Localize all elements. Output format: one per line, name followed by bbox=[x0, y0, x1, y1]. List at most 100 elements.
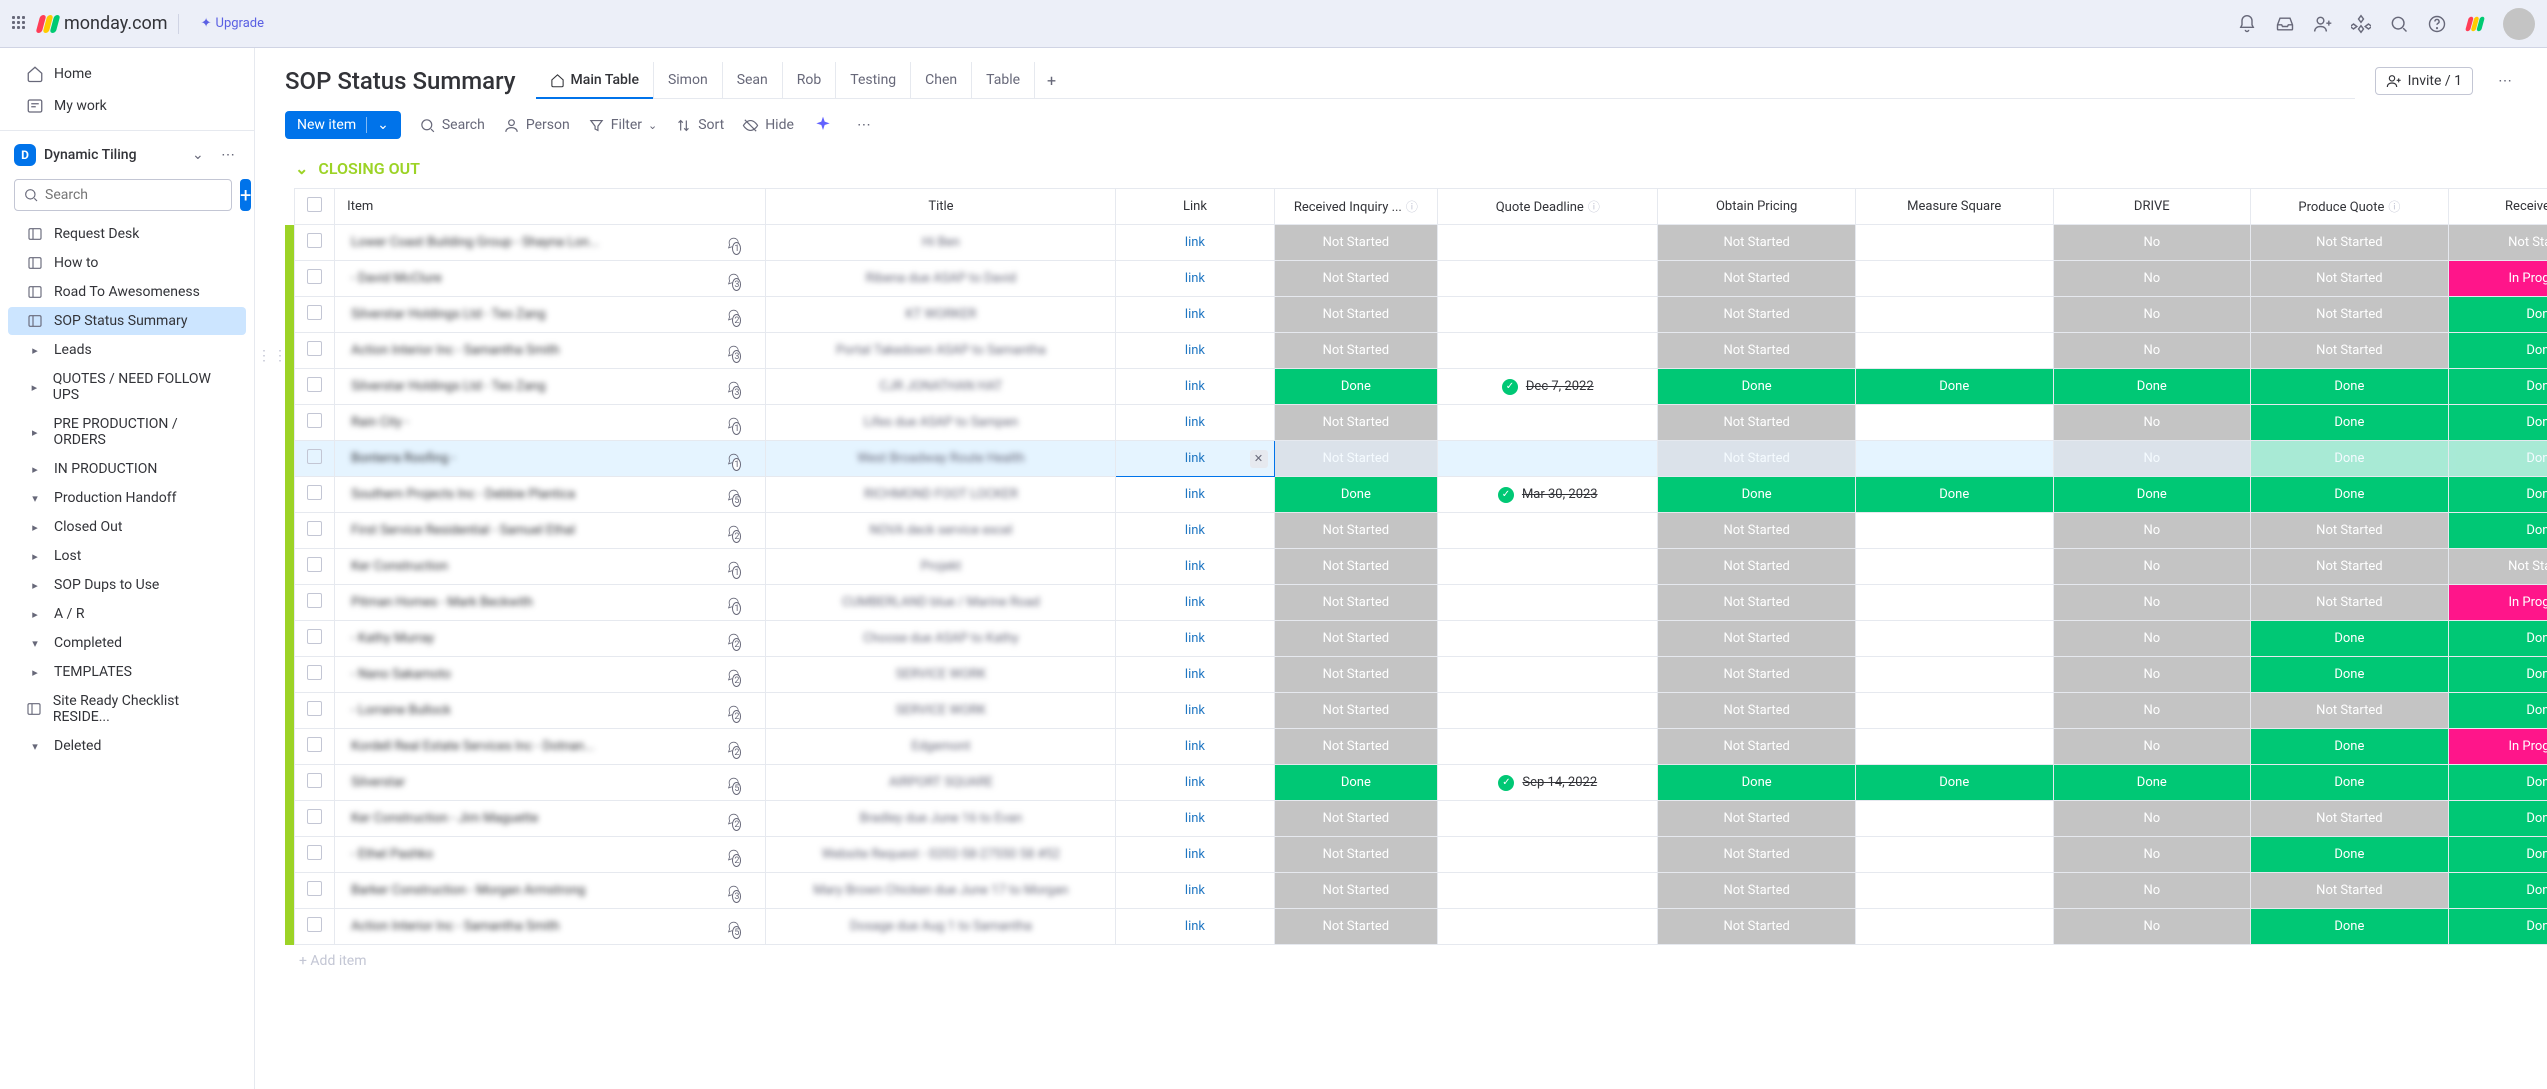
bell-icon[interactable] bbox=[2237, 14, 2257, 34]
conversation-icon[interactable]: 1 bbox=[727, 232, 749, 254]
produce-quote-cell[interactable]: Done bbox=[2251, 765, 2449, 801]
title-cell[interactable]: Lifes due ASAP to Sampen bbox=[766, 405, 1116, 441]
column-header[interactable]: Received PO bbox=[2448, 189, 2547, 225]
received-inquiry-cell[interactable]: Not Started bbox=[1274, 873, 1438, 909]
brand-logo[interactable]: monday.com bbox=[38, 13, 168, 34]
status-pill[interactable]: Not Started bbox=[1275, 621, 1438, 656]
title-cell[interactable]: Hi Ben bbox=[766, 225, 1116, 261]
received-inquiry-cell[interactable]: Not Started bbox=[1274, 837, 1438, 873]
received-inquiry-cell[interactable]: Not Started bbox=[1274, 801, 1438, 837]
drive-cell[interactable]: Done bbox=[2053, 369, 2251, 405]
conversation-icon[interactable]: 5 bbox=[727, 916, 749, 938]
produce-quote-cell[interactable]: Done bbox=[2251, 837, 2449, 873]
status-pill[interactable]: Not Started bbox=[1658, 405, 1855, 440]
status-pill[interactable]: Not Started bbox=[1658, 297, 1855, 332]
link-text[interactable]: link bbox=[1185, 559, 1205, 574]
status-pill[interactable]: Done bbox=[1275, 369, 1438, 404]
new-item-button[interactable]: New item ⌄ bbox=[285, 111, 401, 139]
title-cell[interactable]: Website Request - 0202-58-27550 58 #52 bbox=[766, 837, 1116, 873]
title-cell[interactable]: CUMBERLAND blue / Marine Road bbox=[766, 585, 1116, 621]
item-name-cell[interactable]: Pitman Homes - Mark Beckwith1 bbox=[335, 585, 766, 621]
status-pill[interactable]: Not Started bbox=[1275, 873, 1438, 908]
conversation-icon[interactable]: 2 bbox=[727, 808, 749, 830]
toolbar-more-icon[interactable]: ⋯ bbox=[852, 113, 876, 137]
measure-square-cell[interactable]: Done bbox=[1855, 765, 2053, 801]
status-pill[interactable]: In Progress bbox=[2449, 729, 2547, 764]
received-po-cell[interactable]: Done bbox=[2448, 405, 2547, 441]
conversation-icon[interactable]: 3 bbox=[727, 880, 749, 902]
conversation-icon[interactable]: 2 bbox=[727, 520, 749, 542]
conversation-icon[interactable]: 2 bbox=[727, 700, 749, 722]
conversation-icon[interactable]: 1 bbox=[727, 412, 749, 434]
status-pill[interactable]: No bbox=[2054, 333, 2251, 368]
status-pill[interactable]: Done bbox=[2251, 765, 2448, 800]
status-pill[interactable]: No bbox=[2054, 261, 2251, 296]
row-checkbox[interactable] bbox=[294, 297, 335, 333]
link-cell[interactable]: link bbox=[1116, 261, 1274, 297]
drive-cell[interactable]: No bbox=[2053, 261, 2251, 297]
row-checkbox[interactable] bbox=[294, 729, 335, 765]
column-header[interactable]: Obtain Pricing bbox=[1658, 189, 1856, 225]
status-pill[interactable]: Done bbox=[2251, 477, 2448, 512]
received-inquiry-cell[interactable]: Not Started bbox=[1274, 261, 1438, 297]
status-pill[interactable]: Not Started bbox=[1275, 225, 1438, 260]
received-po-cell[interactable]: Done bbox=[2448, 513, 2547, 549]
status-pill[interactable]: Not Started bbox=[1658, 729, 1855, 764]
produce-quote-cell[interactable]: Not Started bbox=[2251, 873, 2449, 909]
item-name-cell[interactable]: Bonterra Roofing -1 bbox=[335, 441, 766, 477]
nav-home[interactable]: Home bbox=[8, 59, 246, 89]
drive-cell[interactable]: No bbox=[2053, 801, 2251, 837]
status-pill[interactable]: Not Started bbox=[1658, 693, 1855, 728]
obtain-pricing-cell[interactable]: Done bbox=[1658, 369, 1856, 405]
status-pill[interactable]: Done bbox=[2449, 657, 2547, 692]
toolbar-filter[interactable]: Filter⌄ bbox=[588, 117, 658, 134]
link-cell[interactable]: link bbox=[1116, 405, 1274, 441]
sidebar-item[interactable]: Request Desk bbox=[8, 220, 246, 248]
title-cell[interactable]: AIRPORT SQUARE bbox=[766, 765, 1116, 801]
status-pill[interactable]: Not Started bbox=[2449, 225, 2547, 260]
table-row[interactable]: Silverstar Holdings Ltd - Teo Zang2KT WO… bbox=[285, 297, 2547, 333]
item-name-cell[interactable]: Lower Coast Building Group - Shayna Lon.… bbox=[335, 225, 766, 261]
received-po-cell[interactable]: Done bbox=[2448, 333, 2547, 369]
status-pill[interactable]: Not Started bbox=[1658, 225, 1855, 260]
measure-square-cell[interactable] bbox=[1855, 225, 2053, 261]
quote-deadline-cell[interactable] bbox=[1438, 225, 1658, 261]
board-title[interactable]: SOP Status Summary bbox=[285, 67, 516, 95]
status-pill[interactable]: Not Started bbox=[1658, 801, 1855, 836]
status-pill[interactable]: Done bbox=[1658, 369, 1855, 404]
received-po-cell[interactable]: Done bbox=[2448, 477, 2547, 513]
quote-deadline-cell[interactable] bbox=[1438, 873, 1658, 909]
title-cell[interactable]: Ribena due ASAP to David bbox=[766, 261, 1116, 297]
sidebar-item[interactable]: ▸Leads bbox=[8, 336, 246, 364]
status-pill[interactable]: Not Started bbox=[1658, 333, 1855, 368]
status-pill[interactable]: Done bbox=[1856, 369, 2053, 404]
conversation-icon[interactable]: 2 bbox=[727, 304, 749, 326]
drive-cell[interactable]: No bbox=[2053, 693, 2251, 729]
title-cell[interactable]: Dosage due Aug 1 to Samantha bbox=[766, 909, 1116, 945]
link-cell[interactable]: link bbox=[1116, 693, 1274, 729]
status-pill[interactable]: No bbox=[2054, 225, 2251, 260]
nav-mywork[interactable]: My work bbox=[8, 91, 246, 121]
status-pill[interactable]: Not Started bbox=[1658, 513, 1855, 548]
row-checkbox[interactable] bbox=[294, 909, 335, 945]
column-header[interactable]: Link bbox=[1116, 189, 1274, 225]
link-text[interactable]: link bbox=[1185, 379, 1205, 394]
workspace-selector[interactable]: D Dynamic Tiling ⌄ ⋯ bbox=[0, 139, 254, 171]
measure-square-cell[interactable] bbox=[1855, 909, 2053, 945]
item-name-cell[interactable]: Ker Construction1 bbox=[335, 549, 766, 585]
link-text[interactable]: link bbox=[1185, 307, 1205, 322]
sidebar-item[interactable]: ▸A / R bbox=[8, 600, 246, 628]
link-text[interactable]: link bbox=[1185, 703, 1205, 718]
table-row[interactable]: Kordell Real Estate Services Inc - Dotna… bbox=[285, 729, 2547, 765]
item-name-cell[interactable]: - Ethel Pashko2 bbox=[335, 837, 766, 873]
status-pill[interactable]: Done bbox=[2449, 765, 2547, 800]
link-text[interactable]: link bbox=[1185, 271, 1205, 286]
drive-cell[interactable]: No bbox=[2053, 585, 2251, 621]
row-checkbox[interactable] bbox=[294, 513, 335, 549]
link-text[interactable]: link bbox=[1185, 343, 1205, 358]
quote-deadline-cell[interactable] bbox=[1438, 729, 1658, 765]
group-header[interactable]: ⌄ CLOSING OUT bbox=[285, 151, 2547, 188]
status-pill[interactable]: No bbox=[2054, 441, 2251, 476]
quote-deadline-cell[interactable] bbox=[1438, 837, 1658, 873]
row-checkbox[interactable] bbox=[294, 657, 335, 693]
